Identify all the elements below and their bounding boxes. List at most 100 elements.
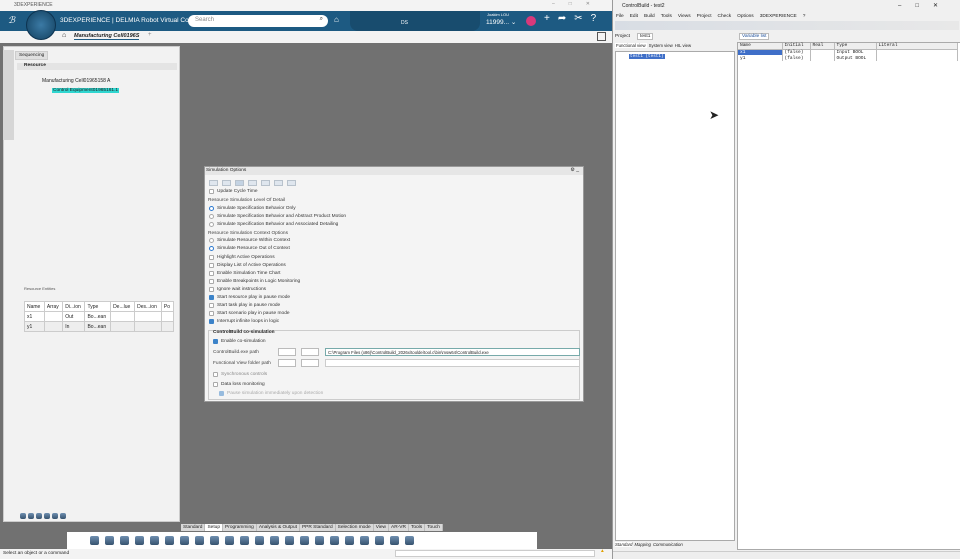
- tree-item-manufacturing-cell[interactable]: Manufacturing Cell01965158 A: [42, 78, 110, 84]
- data-loss-checkbox[interactable]: Data loss monitoring: [213, 382, 265, 387]
- label: Simulate Resource Within Context: [217, 238, 291, 243]
- variable-list-tab[interactable]: Variable list: [739, 33, 770, 40]
- cb-window-controls[interactable]: –□✕: [898, 2, 952, 9]
- menu-help[interactable]: ?: [803, 14, 806, 19]
- table-row[interactable]: y1 In Bo...ean: [24, 321, 175, 332]
- ctx-radio-out[interactable]: Simulate Resource Out of Context: [209, 246, 290, 251]
- tab-communication[interactable]: Communication: [653, 542, 683, 547]
- warning-icon[interactable]: ▲: [600, 549, 605, 554]
- option-checkbox[interactable]: Ignore wait instructions: [209, 287, 266, 292]
- tab-manufacturing-cell[interactable]: Manufacturing Cell0196S: [74, 33, 140, 40]
- col[interactable]: Po: [160, 301, 175, 312]
- option-checkbox[interactable]: Enable Breakpoints in Logic Monitoring: [209, 279, 300, 284]
- option-checkbox[interactable]: Start resource play in pause mode: [209, 295, 290, 300]
- app-brand: 3DEXPERIENCE | DELMIA Robot Virtual Com.…: [60, 17, 200, 24]
- tab-setup[interactable]: Setup: [205, 524, 224, 531]
- tab-selection-mode[interactable]: Selection mode: [335, 524, 374, 531]
- tree-item-test1[interactable]: test1 (test1): [629, 54, 665, 59]
- menu-check[interactable]: Check: [718, 14, 732, 19]
- browse-folder-button[interactable]: [301, 359, 319, 367]
- lod-radio-2[interactable]: Simulate Specification Behavior and Abst…: [209, 214, 346, 219]
- option-checkbox[interactable]: Highlight Active Operations: [209, 255, 275, 260]
- tree-item-control-equipment[interactable]: Control Equipment01965161.1: [52, 88, 120, 93]
- user-menu[interactable]: 11999... ⌄: [486, 18, 516, 26]
- col[interactable]: Name: [24, 301, 45, 312]
- ctx-radio-within[interactable]: Simulate Resource Within Context: [209, 238, 290, 243]
- tab-standard[interactable]: Standard: [615, 542, 633, 547]
- add-tab-button[interactable]: +: [148, 32, 152, 38]
- browse-exe-button[interactable]: [301, 348, 319, 356]
- tab-touch[interactable]: Touch: [425, 524, 443, 531]
- collapse-icon[interactable]: [597, 32, 606, 41]
- label: Simulate Specification Behavior and Asso…: [217, 222, 339, 227]
- tab-ar-vr[interactable]: AR-VR: [389, 524, 409, 531]
- col[interactable]: Des...ion: [134, 301, 162, 312]
- tab-view[interactable]: View: [373, 524, 390, 531]
- option-checkbox[interactable]: Interrupt infinite loops in logic: [209, 319, 279, 324]
- plus-icon[interactable]: +: [544, 13, 558, 24]
- tab-hil-view[interactable]: HIL view: [675, 43, 691, 48]
- dialog-controls[interactable]: ⚙ _: [570, 167, 579, 173]
- avatar[interactable]: [526, 16, 536, 26]
- tab-ppr-standard[interactable]: PPR Standard: [299, 524, 336, 531]
- menu-3dexperience[interactable]: 3DEXPERIENCE: [760, 14, 797, 19]
- pause-upon-detection-checkbox[interactable]: Pause simulation immediately upon detect…: [219, 391, 323, 396]
- table-row[interactable]: x1 Out Bo...ean: [24, 311, 175, 322]
- menu-edit[interactable]: Edit: [630, 14, 638, 19]
- cb-toolbar[interactable]: [615, 21, 959, 30]
- enable-cosim-checkbox[interactable]: Enable co-simulation: [213, 339, 266, 344]
- cb-menu-bar: File Edit Build Tools Views Project Check Optio…: [616, 14, 811, 19]
- table-row[interactable]: y1 (false) Output BOOL: [738, 55, 958, 61]
- window-controls[interactable]: –□✕: [552, 1, 604, 7]
- header-actions[interactable]: +➦✂?: [544, 13, 604, 24]
- option-checkbox[interactable]: Enable Simulation Time Chart: [209, 271, 280, 276]
- tab-system-view[interactable]: System view: [649, 43, 673, 48]
- menu-options[interactable]: Options: [737, 14, 754, 19]
- ds-logo-icon: ℬ: [8, 15, 16, 25]
- home-icon[interactable]: ⌂: [62, 32, 66, 39]
- col[interactable]: Type: [84, 301, 112, 312]
- menu-project[interactable]: Project: [697, 14, 712, 19]
- help-icon[interactable]: ?: [591, 13, 605, 24]
- update-cycle-checkbox[interactable]: Update Cycle Time: [209, 189, 258, 194]
- menu-file[interactable]: File: [616, 14, 624, 19]
- action-bar[interactable]: [67, 532, 537, 549]
- lod-radio-3[interactable]: Simulate Specification Behavior and Asso…: [209, 222, 338, 227]
- label: Interrupt infinite loops in logic: [217, 319, 280, 324]
- folder-path-input[interactable]: [325, 359, 580, 367]
- col[interactable]: Array: [43, 301, 64, 312]
- tab-tools[interactable]: Tools: [408, 524, 426, 531]
- exe-path-input[interactable]: C:\Program Files (x86)\ControlBuild_2026…: [325, 348, 580, 356]
- dialog-toolbar[interactable]: [209, 180, 296, 186]
- tools-icon[interactable]: ✂: [574, 13, 590, 24]
- tab-sequencing[interactable]: Sequencing: [15, 51, 49, 60]
- cosim-group: ControlBuild co-simulation Enable co-sim…: [208, 330, 580, 400]
- project-tab-test1[interactable]: test1: [637, 33, 654, 40]
- sync-controls-checkbox[interactable]: Synchronous controls: [213, 372, 267, 377]
- command-input[interactable]: [395, 550, 595, 557]
- menu-tools[interactable]: Tools: [661, 14, 672, 19]
- search-icon[interactable]: ⌕: [320, 16, 323, 23]
- menu-views[interactable]: Views: [678, 14, 691, 19]
- option-checkbox[interactable]: Start scenario play in pause mode: [209, 311, 290, 316]
- search-input[interactable]: Search ⌕: [188, 15, 328, 27]
- compass-icon[interactable]: [26, 10, 56, 40]
- option-checkbox[interactable]: Start task play in pause mode: [209, 303, 280, 308]
- tab-programming[interactable]: Programming: [223, 524, 257, 531]
- panel-toolbar[interactable]: [19, 513, 67, 521]
- lod-radio-1[interactable]: Simulate Specification Behavior Only: [209, 206, 296, 211]
- option-checkbox[interactable]: Display List of Active Operations: [209, 263, 286, 268]
- tab-standard[interactable]: Standard: [181, 524, 206, 531]
- left-icon-strip[interactable]: [3, 50, 14, 140]
- col[interactable]: De...lue: [110, 301, 136, 312]
- window-title-bar: 3DEXPERIENCE –□✕: [0, 0, 612, 11]
- tag-icon[interactable]: ⌂: [334, 15, 339, 24]
- tab-functional-view[interactable]: Functional view: [615, 43, 647, 48]
- menu-build[interactable]: Build: [644, 14, 655, 19]
- pick-folder-button[interactable]: [278, 359, 296, 367]
- tab-mapping[interactable]: Mapping: [634, 542, 650, 547]
- tab-analysis-output[interactable]: Analysis & Output: [256, 524, 300, 531]
- share-icon[interactable]: ➦: [558, 13, 574, 24]
- col[interactable]: Di...ion: [62, 301, 86, 312]
- pick-exe-button[interactable]: [278, 348, 296, 356]
